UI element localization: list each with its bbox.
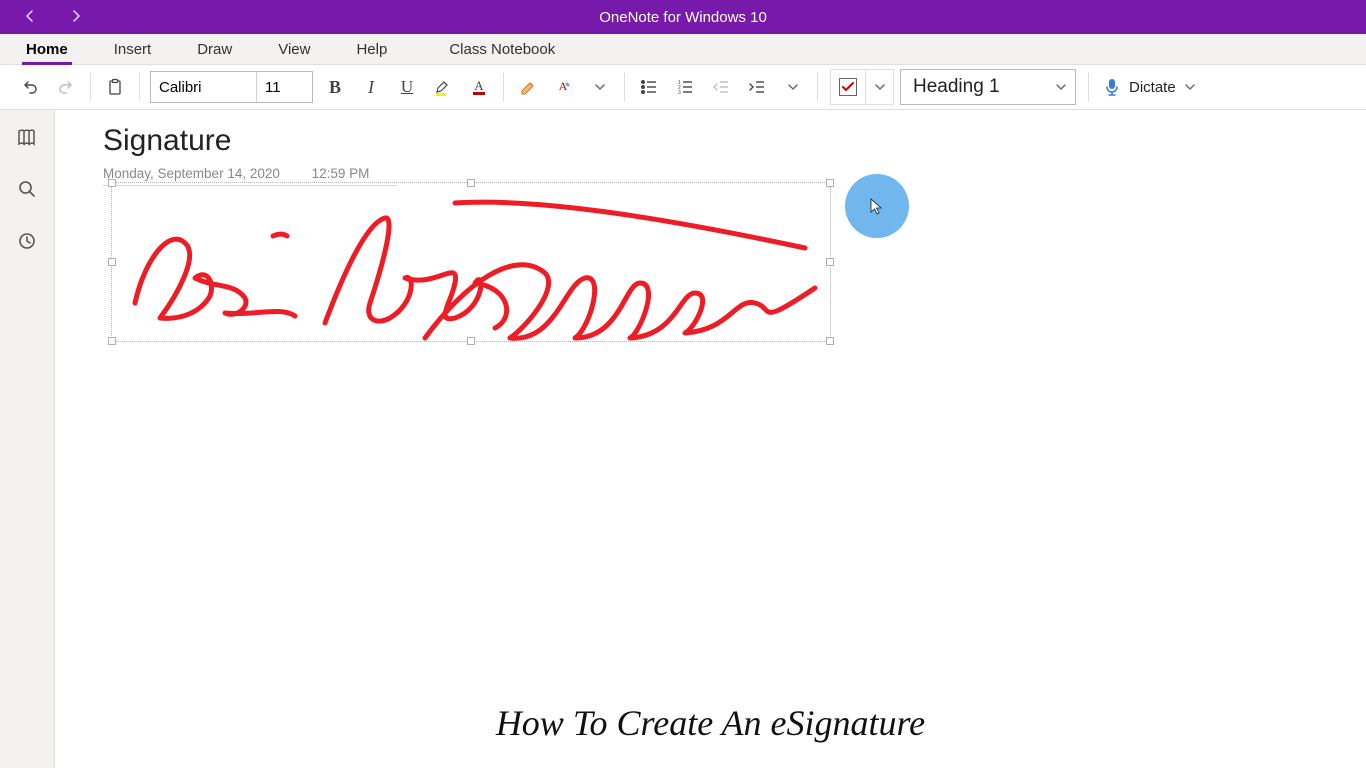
style-selector[interactable]: Heading 1 xyxy=(900,69,1076,105)
bold-icon: B xyxy=(329,77,341,98)
menu-row: Home Insert Draw View Help Class Noteboo… xyxy=(0,34,1366,65)
back-button[interactable] xyxy=(22,8,38,27)
recent-button[interactable] xyxy=(14,228,40,254)
cursor-icon xyxy=(868,197,886,215)
tab-class-notebook[interactable]: Class Notebook xyxy=(435,35,569,64)
paragraph-more-button[interactable] xyxy=(775,69,811,105)
checkbox-icon xyxy=(839,78,857,96)
svg-text:3: 3 xyxy=(678,90,681,96)
tab-view[interactable]: View xyxy=(264,35,324,64)
outdent-button[interactable] xyxy=(703,69,739,105)
font-name-input[interactable] xyxy=(151,72,256,102)
redo-button[interactable] xyxy=(48,69,84,105)
clear-formatting-button[interactable] xyxy=(510,69,546,105)
notebooks-button[interactable] xyxy=(14,124,40,150)
separator xyxy=(624,73,625,101)
tags-dropdown-button[interactable] xyxy=(866,69,894,105)
chevron-down-icon xyxy=(1055,81,1067,93)
separator xyxy=(1088,73,1089,101)
bold-button[interactable]: B xyxy=(317,69,353,105)
separator xyxy=(90,73,91,101)
format-painter-button[interactable]: A xyxy=(546,69,582,105)
page-date: Monday, September 14, 2020 xyxy=(103,166,280,181)
title-bar: OneNote for Windows 10 xyxy=(0,0,1366,34)
separator xyxy=(139,73,140,101)
underline-button[interactable]: U xyxy=(389,69,425,105)
search-button[interactable] xyxy=(14,176,40,202)
italic-icon: I xyxy=(368,77,374,98)
underline-icon: U xyxy=(401,77,413,97)
italic-button[interactable]: I xyxy=(353,69,389,105)
resize-handle-n[interactable] xyxy=(467,179,475,187)
ribbon: B I U A A 123 Heading 1 xyxy=(0,65,1366,110)
page-title[interactable]: Signature xyxy=(103,124,231,158)
style-selected-label: Heading 1 xyxy=(913,76,1000,98)
indent-button[interactable] xyxy=(739,69,775,105)
tab-insert[interactable]: Insert xyxy=(100,35,166,64)
resize-handle-ne[interactable] xyxy=(826,179,834,187)
font-size-input[interactable] xyxy=(256,72,312,102)
page-canvas[interactable]: Signature Monday, September 14, 2020 12:… xyxy=(55,110,1366,768)
svg-text:A: A xyxy=(559,79,568,93)
dictate-button[interactable]: Dictate xyxy=(1095,69,1204,105)
cursor-highlight xyxy=(845,174,909,238)
dictate-label: Dictate xyxy=(1129,79,1176,96)
separator xyxy=(503,73,504,101)
font-more-button[interactable] xyxy=(582,69,618,105)
page-time: 12:59 PM xyxy=(312,166,370,181)
body: Signature Monday, September 14, 2020 12:… xyxy=(0,110,1366,768)
svg-text:A: A xyxy=(474,78,484,93)
forward-button[interactable] xyxy=(68,8,84,27)
highlight-button[interactable] xyxy=(425,69,461,105)
todo-tag-button[interactable] xyxy=(830,69,866,105)
tab-draw[interactable]: Draw xyxy=(183,35,246,64)
video-caption: How To Create An eSignature xyxy=(55,702,1366,744)
numbered-list-button[interactable]: 123 xyxy=(667,69,703,105)
clipboard-button[interactable] xyxy=(97,69,133,105)
signature-ink[interactable] xyxy=(115,188,835,348)
tab-home[interactable]: Home xyxy=(12,35,82,64)
app-title: OneNote for Windows 10 xyxy=(599,9,767,26)
tab-help[interactable]: Help xyxy=(342,35,401,64)
undo-button[interactable] xyxy=(12,69,48,105)
font-color-button[interactable]: A xyxy=(461,69,497,105)
bullet-list-button[interactable] xyxy=(631,69,667,105)
separator xyxy=(817,73,818,101)
chevron-down-icon xyxy=(1184,81,1196,93)
resize-handle-nw[interactable] xyxy=(108,179,116,187)
sidebar xyxy=(0,110,55,768)
nav-buttons xyxy=(0,8,84,27)
font-selector[interactable] xyxy=(150,71,313,103)
microphone-icon xyxy=(1103,77,1121,97)
